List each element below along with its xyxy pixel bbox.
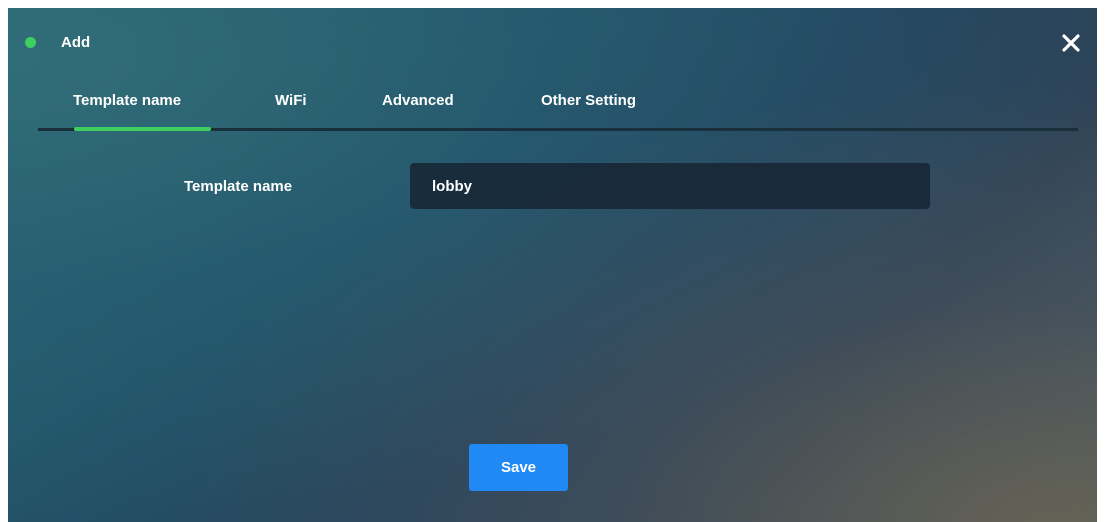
dialog-title: Add	[61, 34, 91, 51]
tab-wifi[interactable]: WiFi	[275, 92, 307, 109]
save-button[interactable]: Save	[469, 444, 568, 491]
tab-advanced[interactable]: Advanced	[382, 92, 454, 109]
template-name-input[interactable]	[410, 163, 930, 209]
status-dot-icon	[25, 37, 36, 48]
tab-bar: Template name WiFi Advanced Other Settin…	[38, 86, 1078, 131]
dialog-header: Add	[8, 8, 1097, 78]
template-name-label: Template name	[184, 178, 293, 195]
tab-template-name[interactable]: Template name	[73, 92, 181, 109]
active-tab-indicator	[74, 127, 211, 131]
close-icon[interactable]	[1059, 31, 1083, 55]
tab-other-setting[interactable]: Other Setting	[541, 92, 636, 109]
add-template-dialog: Add Template name WiFi Advanced Other Se…	[8, 8, 1097, 522]
